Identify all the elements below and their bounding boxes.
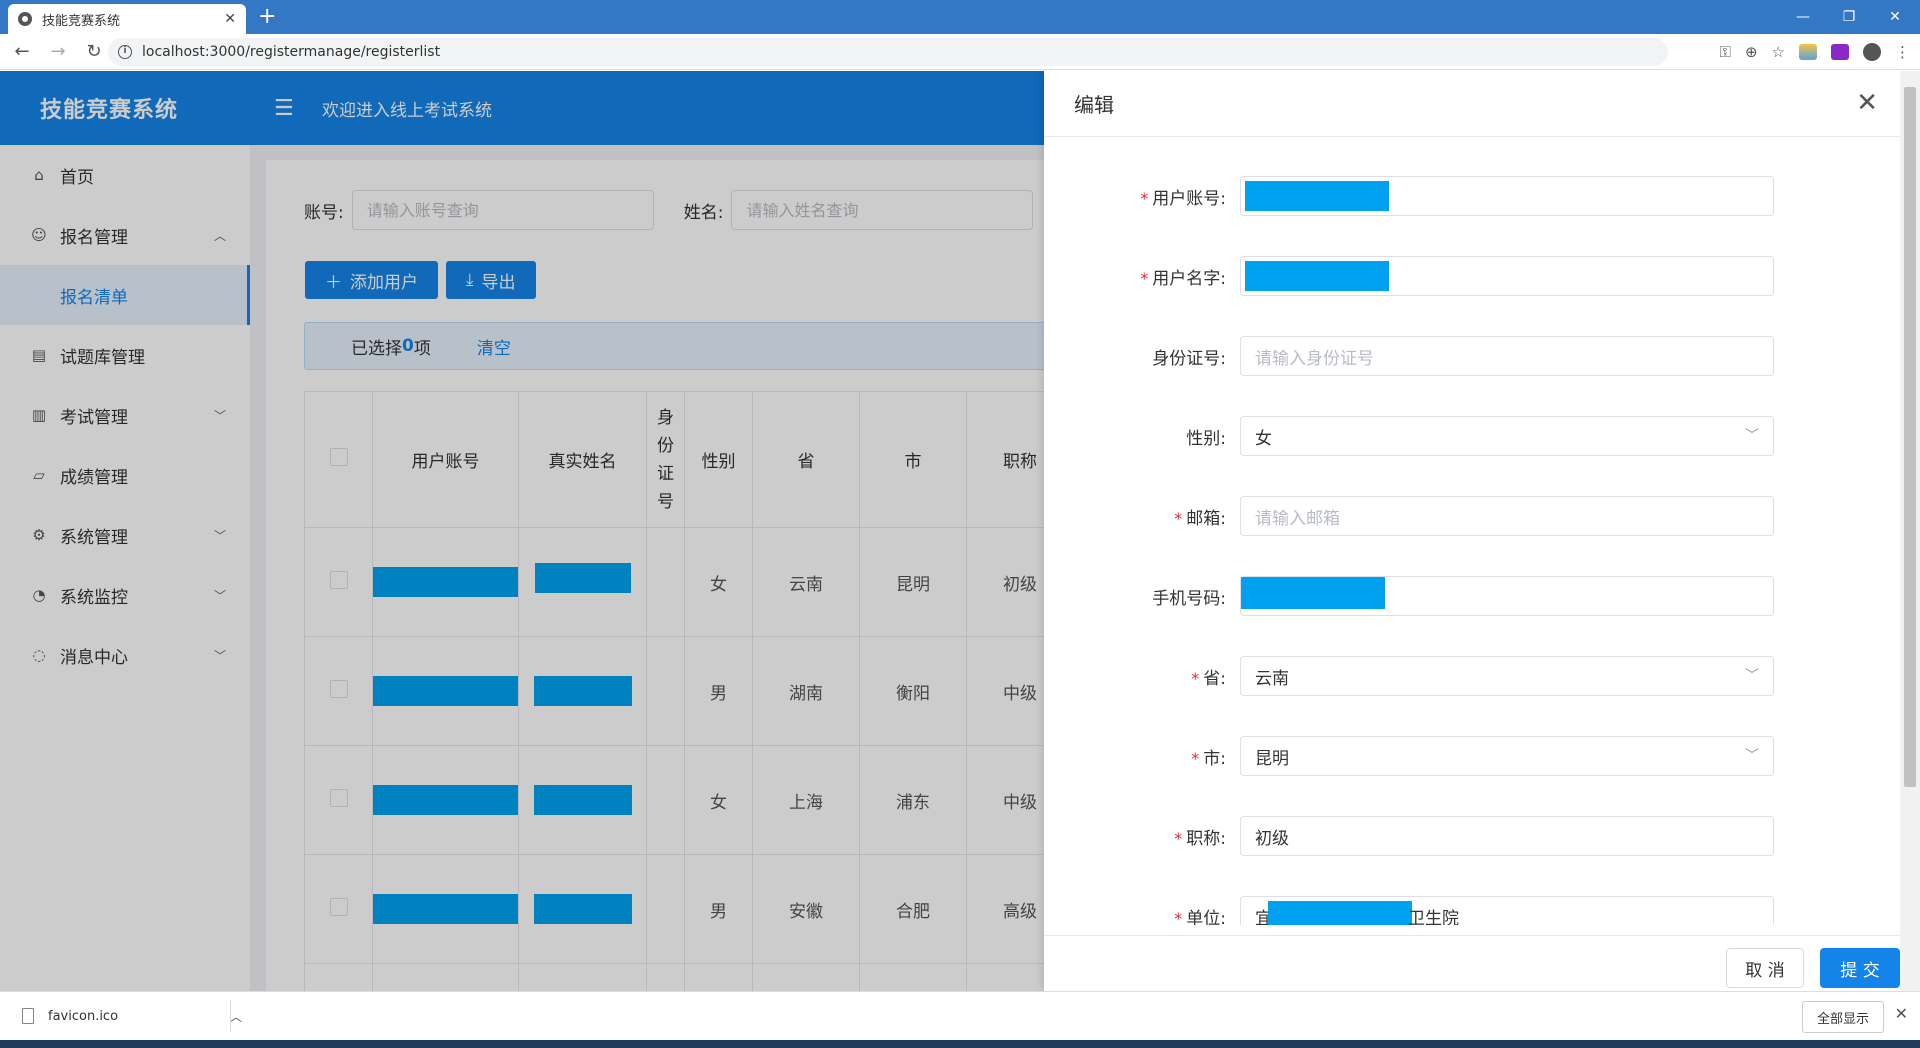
extension-purple-icon[interactable] (1831, 44, 1849, 60)
chevron-up-icon[interactable]: ︿ (230, 1008, 242, 1025)
form-row-email: * 邮箱: 请输入邮箱 (1044, 496, 1900, 536)
drawer-title: 编辑 (1074, 93, 1114, 117)
address-bar: ← → ↻ i localhost:3000/registermanage/re… (0, 34, 1920, 70)
required-mark: * (1191, 668, 1200, 688)
scrollbar-thumb[interactable] (1904, 87, 1916, 787)
submit-button[interactable]: 提 交 (1820, 948, 1900, 988)
account-label: * 用户账号: (1140, 188, 1226, 209)
menu-dots-icon[interactable]: ⋮ (1895, 43, 1910, 61)
redacted-block (1241, 577, 1385, 609)
required-mark: * (1174, 828, 1183, 848)
close-icon[interactable]: ✕ (1895, 1004, 1908, 1023)
chevron-down-icon: ﹀ (1745, 668, 1759, 684)
back-icon[interactable]: ← (8, 41, 36, 62)
profile-icon[interactable] (1863, 43, 1881, 61)
download-filename[interactable]: favicon.ico (48, 1009, 118, 1024)
city-label: * 市: (1191, 748, 1226, 769)
url-field[interactable]: i localhost:3000/registermanage/register… (108, 38, 1668, 66)
form-row-username: * 用户名字: (1044, 256, 1900, 296)
required-mark: * (1174, 508, 1183, 528)
form-row-idcard: 身份证号: 请输入身份证号 (1044, 336, 1900, 376)
title-field[interactable]: 初级 (1240, 816, 1774, 856)
drawer-header: 编辑 ✕ (1044, 71, 1920, 137)
email-label: * 邮箱: (1174, 508, 1226, 529)
file-icon (22, 1008, 34, 1024)
new-tab-icon[interactable]: + (258, 4, 276, 30)
username-field[interactable] (1240, 256, 1774, 296)
drawer-form: * 用户账号: * 用户名字: 身份证号: 请输入身份证号 性别: 女 ﹀ * 邮箱: (1044, 137, 1900, 925)
restore-icon[interactable]: ❐ (1826, 0, 1872, 34)
app: 技能竞赛系统 ⌂ 首页 ☺ 报名管理 ︿ 报名清单 ▤ 试题库管理 ▥ 考试管理… (0, 71, 1920, 991)
redacted-block (1268, 901, 1412, 925)
form-row-unit: * 单位: 宜 卫生院 (1044, 896, 1900, 925)
reload-icon[interactable]: ↻ (80, 41, 108, 62)
url-text: localhost:3000/registermanage/registerli… (142, 44, 441, 60)
taskbar (0, 1040, 1920, 1048)
site-info-icon[interactable]: i (118, 45, 132, 59)
show-all-button[interactable]: 全部显示 (1801, 1001, 1884, 1033)
email-field[interactable]: 请输入邮箱 (1240, 496, 1774, 536)
zoom-icon[interactable]: ⊕ (1745, 43, 1758, 61)
required-mark: * (1191, 748, 1200, 768)
gender-select[interactable]: 女 ﹀ (1240, 416, 1774, 456)
form-row-city: * 市: 昆明 ﹀ (1044, 736, 1900, 776)
forward-icon[interactable]: → (44, 41, 72, 62)
unit-label: * 单位: (1044, 904, 1234, 926)
browser-tab[interactable]: 技能竞赛系统 ✕ (8, 4, 246, 34)
drawer-scrollbar[interactable] (1900, 71, 1920, 991)
required-mark: * (1140, 268, 1149, 288)
drawer-footer: 取 消 提 交 (1044, 935, 1900, 991)
idcard-label: 身份证号: (1152, 348, 1226, 369)
bookmark-star-icon[interactable]: ☆ (1772, 43, 1785, 61)
redacted-block (1245, 261, 1389, 291)
unit-field[interactable]: 宜 卫生院 (1240, 896, 1774, 925)
cancel-button[interactable]: 取 消 (1726, 948, 1804, 988)
form-row-account: * 用户账号: (1044, 176, 1900, 216)
city-select[interactable]: 昆明 ﹀ (1240, 736, 1774, 776)
province-select[interactable]: 云南 ﹀ (1240, 656, 1774, 696)
province-label: * 省: (1191, 668, 1226, 689)
form-row-title: * 职称: 初级 (1044, 816, 1900, 856)
divider (230, 1000, 231, 1032)
tab-close-icon[interactable]: ✕ (224, 11, 236, 27)
form-row-gender: 性别: 女 ﹀ (1044, 416, 1900, 456)
chevron-down-icon: ﹀ (1745, 428, 1759, 444)
form-row-phone: 手机号码: (1044, 576, 1900, 616)
required-mark: * (1174, 908, 1183, 926)
extension-image-icon[interactable] (1799, 44, 1817, 60)
phone-label: 手机号码: (1152, 588, 1226, 609)
minimize-icon[interactable]: — (1780, 0, 1826, 34)
idcard-field[interactable]: 请输入身份证号 (1240, 336, 1774, 376)
tab-title: 技能竞赛系统 (42, 13, 121, 29)
toolbar-icons: ⚿ ⊕ ☆ ⋮ (1720, 34, 1910, 70)
edit-drawer: 编辑 ✕ * 用户账号: * 用户名字: 身份证号: 请输入身份证号 性别: 女 ﹀ (1044, 71, 1920, 991)
phone-field[interactable] (1240, 576, 1774, 616)
account-field[interactable] (1240, 176, 1774, 216)
window-close-icon[interactable]: ✕ (1872, 0, 1918, 34)
required-mark: * (1140, 188, 1149, 208)
form-row-province: * 省: 云南 ﹀ (1044, 656, 1900, 696)
favicon-icon (18, 12, 32, 26)
chevron-down-icon: ﹀ (1745, 748, 1759, 764)
key-icon[interactable]: ⚿ (1720, 43, 1731, 61)
close-icon[interactable]: ✕ (1856, 90, 1878, 116)
gender-label: 性别: (1186, 428, 1226, 449)
browser-tab-bar: 技能竞赛系统 ✕ + — ❐ ✕ (0, 0, 1920, 34)
download-shelf: favicon.ico ︿ 全部显示 ✕ (0, 991, 1920, 1040)
username-label: * 用户名字: (1140, 268, 1226, 289)
title-label: * 职称: (1174, 828, 1226, 849)
redacted-block (1245, 181, 1389, 211)
